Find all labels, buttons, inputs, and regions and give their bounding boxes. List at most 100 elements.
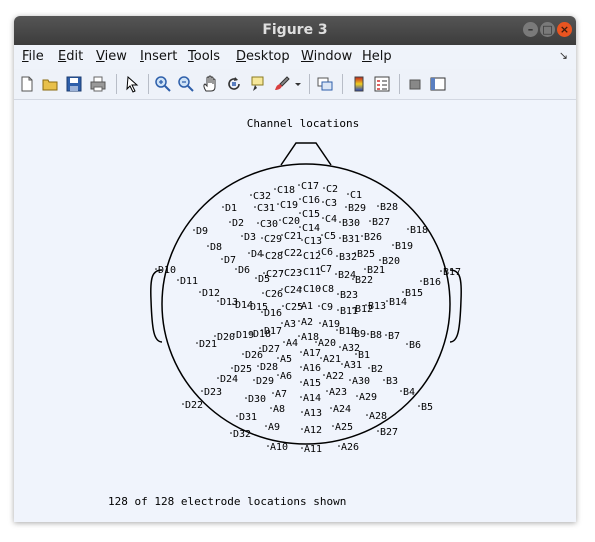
electrode-dot-b24 (335, 273, 337, 275)
electrode-dot-a20 (315, 341, 317, 343)
electrode-label-b9: B9 (354, 329, 366, 340)
colorbar-icon[interactable] (350, 75, 368, 93)
electrode-dot-c18 (274, 188, 276, 190)
electrode-label-d19: D19 (236, 330, 254, 341)
electrode-dot-c29 (261, 237, 263, 239)
toolbar-separator (342, 74, 343, 94)
electrode-label-b17: B17 (443, 267, 461, 278)
menu-desktop[interactable]: Desktop (236, 49, 290, 64)
electrode-label-d4: D4 (251, 249, 263, 260)
data-cursor-icon[interactable] (249, 75, 267, 93)
electrode-label-b27: B27 (372, 217, 390, 228)
electrode-dot-b7 (385, 334, 387, 336)
dock-arrow-icon[interactable]: ↘ (559, 49, 568, 62)
electrode-dot-b28 (377, 205, 379, 207)
menu-edit[interactable]: Edit (58, 49, 83, 64)
menu-tools[interactable]: Tools (188, 49, 220, 64)
menu-help[interactable]: Help (362, 49, 392, 64)
electrode-dot-c2 (323, 187, 325, 189)
menu-bar: File Edit View Insert Tools Desktop Wind… (14, 45, 576, 69)
electrode-label-a1: A1 (301, 301, 313, 312)
electrode-label-d10: D10 (158, 265, 176, 276)
electrode-dot-c11 (300, 270, 302, 272)
menu-window[interactable]: Window (301, 49, 352, 64)
brush-dropdown-icon[interactable] (293, 75, 303, 93)
electrode-dot-c15 (299, 212, 301, 214)
electrode-label-d31: D31 (239, 412, 257, 423)
electrode-label-c3: C3 (325, 198, 337, 209)
electrode-label-a16: A16 (303, 363, 321, 374)
electrode-dot-d18 (250, 332, 252, 334)
electrode-label-d20: D20 (217, 332, 235, 343)
nose (280, 142, 332, 166)
electrode-dot-c9 (318, 305, 320, 307)
open-icon[interactable] (41, 75, 59, 93)
electrode-dot-a2 (298, 320, 300, 322)
electrode-dot-d32 (230, 432, 232, 434)
electrode-label-c8: C8 (322, 284, 334, 295)
electrode-dot-c1 (347, 193, 349, 195)
electrode-label-c30: C30 (260, 219, 278, 230)
pointer-icon[interactable] (123, 75, 141, 93)
minimize-button[interactable]: – (523, 22, 538, 37)
electrode-label-a4: A4 (286, 338, 298, 349)
toolbar-separator (399, 74, 400, 94)
electrode-label-c16: C16 (302, 195, 320, 206)
menu-view[interactable]: View (96, 49, 127, 64)
electrode-label-c6: C6 (321, 247, 333, 258)
electrode-label-c29: C29 (264, 234, 282, 245)
electrode-label-d32: D32 (233, 429, 251, 440)
electrode-label-a22: A22 (326, 371, 344, 382)
electrode-label-b23: B23 (340, 290, 358, 301)
electrode-dot-a32 (339, 346, 341, 348)
electrode-label-d9: D9 (196, 226, 208, 237)
electrode-dot-b17 (440, 270, 442, 272)
electrode-dot-c4 (322, 217, 324, 219)
electrode-label-a11: A11 (304, 444, 322, 455)
electrode-dot-c28 (262, 254, 264, 256)
electrode-dot-b27 (369, 220, 371, 222)
electrode-dot-a10 (267, 445, 269, 447)
new-figure-icon[interactable] (18, 75, 36, 93)
save-icon[interactable] (65, 75, 83, 93)
electrode-label-b29: B29 (348, 203, 366, 214)
electrode-label-a26: A26 (341, 442, 359, 453)
maximize-button[interactable]: □ (540, 22, 555, 37)
electrode-label-d6: D6 (238, 265, 250, 276)
electrode-dot-d25 (231, 367, 233, 369)
menu-insert[interactable]: Insert (140, 49, 177, 64)
link-icon[interactable] (316, 75, 334, 93)
electrode-label-b4: B4 (403, 387, 415, 398)
zoom-out-icon[interactable] (177, 75, 195, 93)
zoom-in-icon[interactable] (154, 75, 172, 93)
electrode-dot-d4 (248, 252, 250, 254)
electrode-dot-b14 (386, 300, 388, 302)
electrode-dot-a18 (298, 335, 300, 337)
electrode-label-b28: B28 (380, 202, 398, 213)
electrode-dot-a15 (300, 381, 302, 383)
electrode-dot-b3 (383, 379, 385, 381)
legend-icon[interactable] (373, 75, 391, 93)
electrode-dot-d5 (255, 277, 257, 279)
brush-icon[interactable] (273, 75, 291, 93)
show-plot-tools-icon[interactable] (429, 75, 447, 93)
menu-file[interactable]: File (22, 49, 44, 64)
electrode-dot-c23 (281, 271, 283, 273)
electrode-label-d24: D24 (220, 374, 238, 385)
electrode-label-b16: B16 (423, 277, 441, 288)
print-icon[interactable] (89, 75, 107, 93)
electrode-label-c22: C22 (284, 248, 302, 259)
rotate-icon[interactable] (225, 75, 243, 93)
electrode-dot-b19 (392, 244, 394, 246)
electrode-label-d2: D2 (232, 218, 244, 229)
channel-locations-plot[interactable]: Channel locations C17 C18 C2 C32 C1 C16 C19 C3 D… (14, 100, 576, 522)
hide-plot-tools-icon[interactable] (406, 75, 424, 93)
electrode-dot-c13 (301, 239, 303, 241)
electrode-dot-d10 (155, 268, 157, 270)
close-button[interactable]: × (557, 22, 572, 37)
electrode-dot-a13 (301, 411, 303, 413)
electrode-dot-a6 (277, 374, 279, 376)
electrode-dot-a24 (330, 407, 332, 409)
pan-icon[interactable] (201, 75, 219, 93)
electrode-label-a30: A30 (352, 376, 370, 387)
